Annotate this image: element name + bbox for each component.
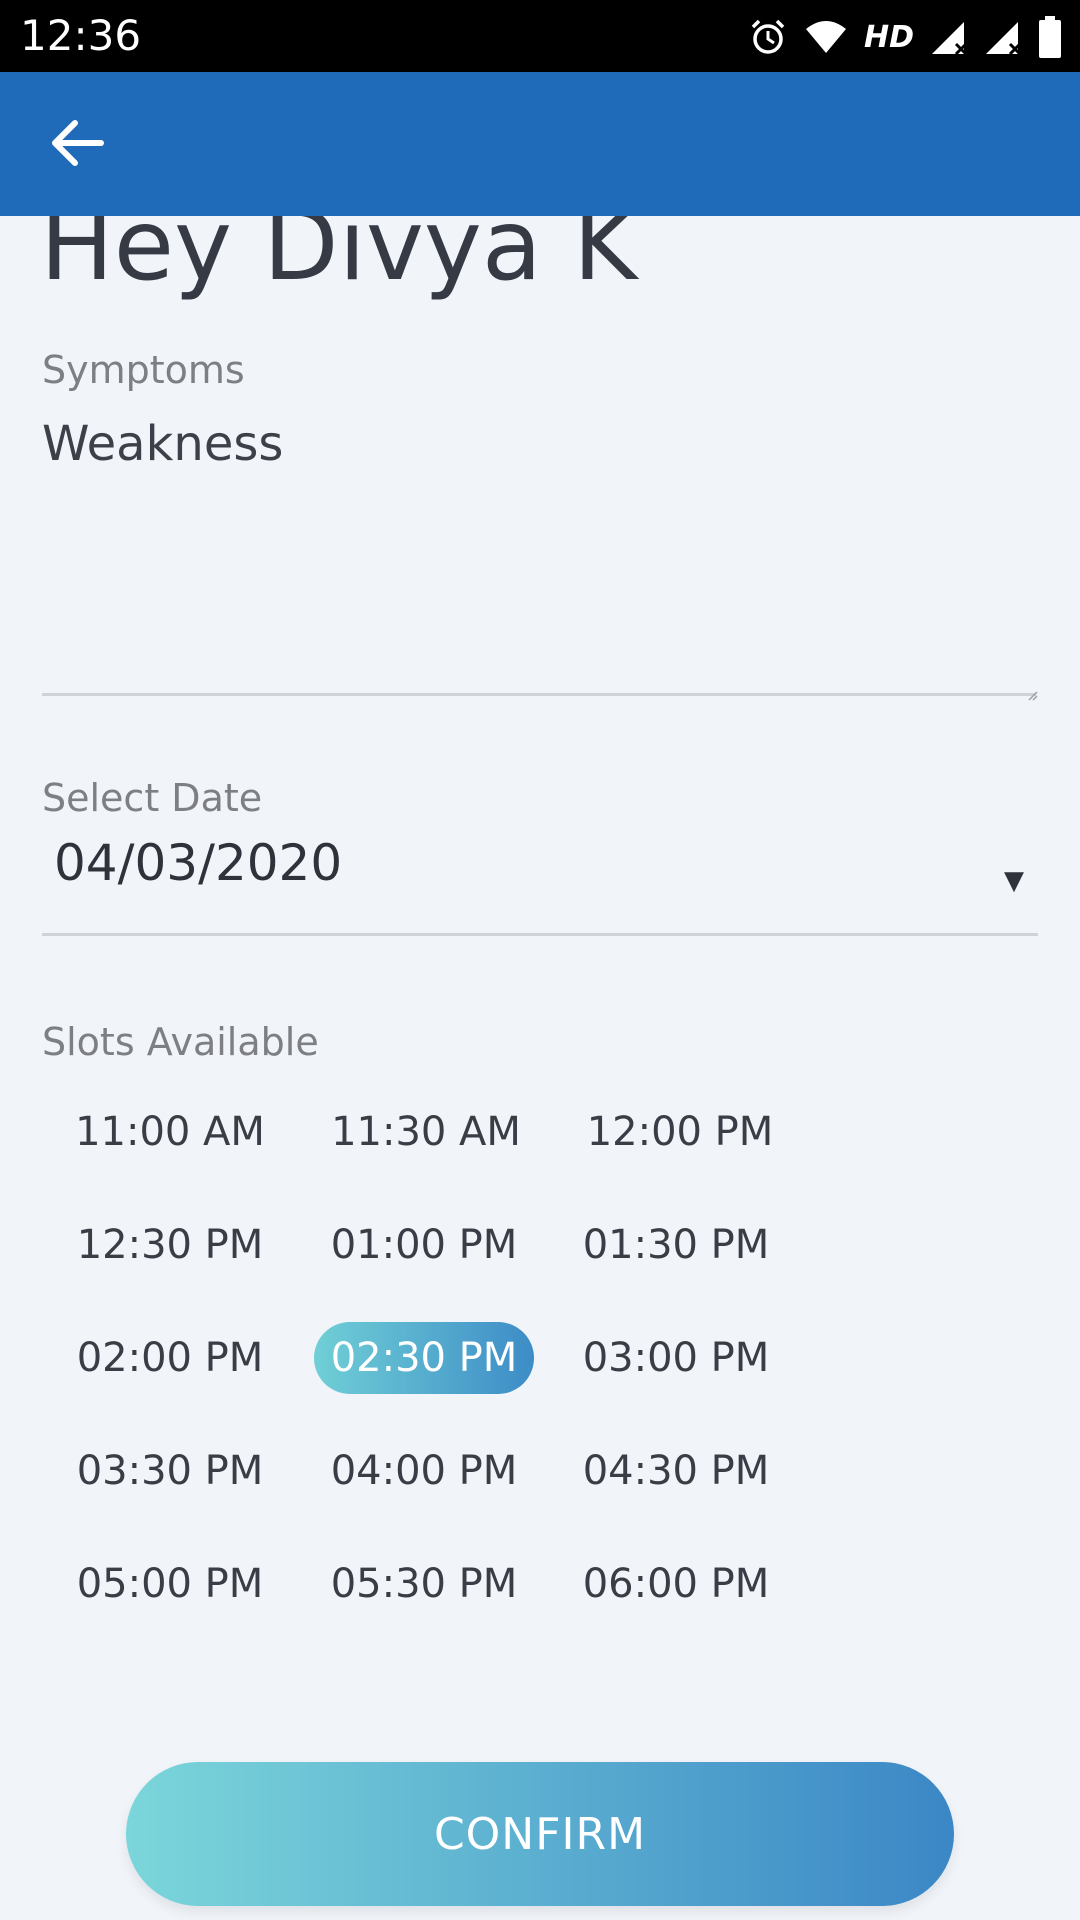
- symptoms-label: Symptoms: [42, 348, 245, 392]
- slot-button[interactable]: 05:30 PM: [314, 1548, 534, 1620]
- date-select[interactable]: 04/03/2020 ▼: [42, 826, 1038, 936]
- slot-button[interactable]: 12:30 PM: [60, 1209, 280, 1281]
- back-button[interactable]: [38, 110, 116, 180]
- slots-label: Slots Available: [42, 1020, 319, 1064]
- slot-button[interactable]: 04:00 PM: [314, 1435, 534, 1507]
- slot-button[interactable]: 12:00 PM: [570, 1096, 790, 1168]
- resize-grip-icon[interactable]: [1026, 686, 1038, 701]
- slot-button[interactable]: 11:30 AM: [316, 1096, 536, 1168]
- slot-button[interactable]: 04:30 PM: [566, 1435, 786, 1507]
- slot-button[interactable]: 05:00 PM: [60, 1548, 280, 1620]
- slot-button[interactable]: 03:00 PM: [566, 1322, 786, 1394]
- slot-button[interactable]: 03:30 PM: [60, 1435, 280, 1507]
- signal-icon: [930, 18, 968, 56]
- arrow-left-icon: [49, 118, 105, 172]
- slot-button[interactable]: 06:00 PM: [566, 1548, 786, 1620]
- network-type-label: HD: [863, 19, 914, 55]
- status-time: 12:36: [20, 11, 142, 60]
- status-icons: HD: [748, 12, 1062, 62]
- slot-button[interactable]: 01:00 PM: [314, 1209, 534, 1281]
- battery-icon: [1038, 16, 1062, 58]
- status-bar: 12:36 HD: [0, 0, 1080, 72]
- dropdown-caret-icon: ▼: [1004, 866, 1024, 896]
- app-bar: [0, 72, 1080, 216]
- slot-button[interactable]: 02:00 PM: [60, 1322, 280, 1394]
- symptoms-field[interactable]: [42, 416, 1036, 696]
- slot-button[interactable]: 11:00 AM: [60, 1096, 280, 1168]
- date-value: 04/03/2020: [54, 834, 343, 892]
- slot-button-selected[interactable]: 02:30 PM: [314, 1322, 534, 1394]
- alarm-icon: [748, 17, 788, 57]
- slot-button[interactable]: 01:30 PM: [566, 1209, 786, 1281]
- greeting-title: Hey Divya K: [40, 216, 638, 303]
- confirm-button[interactable]: CONFIRM: [126, 1762, 954, 1906]
- booking-form[interactable]: Hey Divya K Symptoms Select Date 04/03/2…: [0, 216, 1080, 1920]
- date-label: Select Date: [42, 776, 263, 820]
- signal-icon: [984, 18, 1022, 56]
- wifi-icon: [804, 19, 848, 55]
